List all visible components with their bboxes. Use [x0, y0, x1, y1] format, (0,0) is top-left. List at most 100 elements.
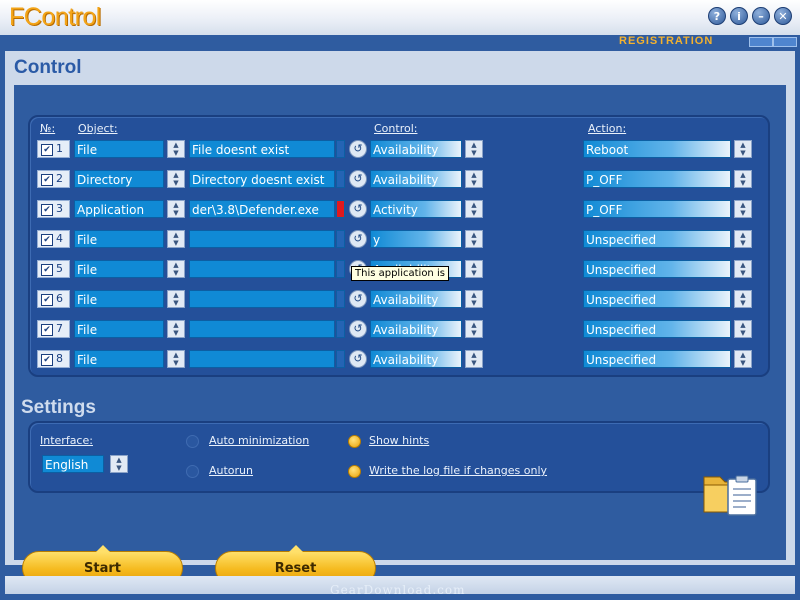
- row-number-cell: ✔ 1: [37, 140, 70, 158]
- control-type-spinner[interactable]: ▲ ▼: [465, 260, 483, 278]
- action-spinner[interactable]: ▲ ▼: [734, 140, 752, 158]
- action-spinner[interactable]: ▲ ▼: [734, 320, 752, 338]
- action-field[interactable]: P_OFF: [583, 170, 731, 188]
- control-type-spinner[interactable]: ▲ ▼: [465, 140, 483, 158]
- control-type-spinner[interactable]: ▲ ▼: [465, 350, 483, 368]
- row-enabled-checkbox[interactable]: ✔: [41, 144, 53, 156]
- row-enabled-checkbox[interactable]: ✔: [41, 294, 53, 306]
- action-spinner[interactable]: ▲ ▼: [734, 350, 752, 368]
- action-field[interactable]: Unspecified: [583, 290, 731, 308]
- object-path-field[interactable]: Directory doesnt exist: [189, 170, 335, 188]
- object-type-spinner[interactable]: ▲ ▼: [167, 350, 185, 368]
- row-enabled-checkbox[interactable]: ✔: [41, 324, 53, 336]
- action-field[interactable]: Unspecified: [583, 230, 731, 248]
- object-type-spinner[interactable]: ▲ ▼: [167, 200, 185, 218]
- action-spinner[interactable]: ▲ ▼: [734, 170, 752, 188]
- row-enabled-checkbox[interactable]: ✔: [41, 354, 53, 366]
- header-number: №:: [40, 122, 56, 135]
- row-number: 3: [56, 202, 63, 215]
- action-spinner[interactable]: ▲ ▼: [734, 200, 752, 218]
- status-marker: [336, 200, 345, 218]
- auto-minimization-radio[interactable]: [186, 435, 199, 448]
- browse-icon[interactable]: ↺: [349, 230, 367, 248]
- object-path-field[interactable]: [189, 230, 335, 248]
- control-type-field[interactable]: Availability: [370, 140, 462, 158]
- object-path-field[interactable]: File doesnt exist: [189, 140, 335, 158]
- row-enabled-checkbox[interactable]: ✔: [41, 264, 53, 276]
- browse-icon[interactable]: ↺: [349, 350, 367, 368]
- object-type-spinner[interactable]: ▲ ▼: [167, 230, 185, 248]
- browse-icon[interactable]: ↺: [349, 200, 367, 218]
- control-type-spinner[interactable]: ▲ ▼: [465, 290, 483, 308]
- object-type-field[interactable]: File: [74, 320, 164, 338]
- autorun-label[interactable]: Autorun: [209, 464, 253, 477]
- control-type-spinner[interactable]: ▲ ▼: [465, 320, 483, 338]
- object-path-field[interactable]: [189, 320, 335, 338]
- auto-minimization-label[interactable]: Auto minimization: [209, 434, 309, 447]
- show-hints-radio[interactable]: [348, 435, 361, 448]
- object-path-field[interactable]: [189, 290, 335, 308]
- action-spinner[interactable]: ▲ ▼: [734, 230, 752, 248]
- browse-icon[interactable]: ↺: [349, 140, 367, 158]
- reset-button-notch: [289, 545, 303, 552]
- panel-toggle-right[interactable]: [773, 37, 797, 47]
- action-spinner[interactable]: ▲ ▼: [734, 260, 752, 278]
- browse-icon[interactable]: ↺: [349, 320, 367, 338]
- object-type-spinner[interactable]: ▲ ▼: [167, 140, 185, 158]
- main-area: Control №: Object: Control: Action: ✔ 1 …: [5, 51, 795, 585]
- object-type-field[interactable]: File: [74, 140, 164, 158]
- action-field[interactable]: P_OFF: [583, 200, 731, 218]
- object-path-field[interactable]: [189, 260, 335, 278]
- close-icon[interactable]: ✕: [774, 7, 792, 25]
- object-type-field[interactable]: Application: [74, 200, 164, 218]
- action-field[interactable]: Reboot: [583, 140, 731, 158]
- settings-panel: Interface: English ▲ ▼ Auto minimization …: [28, 421, 770, 493]
- write-log-label[interactable]: Write the log file if changes only: [369, 464, 547, 477]
- language-field[interactable]: English: [42, 455, 104, 473]
- minimize-icon[interactable]: –: [752, 7, 770, 25]
- browse-icon[interactable]: ↺: [349, 290, 367, 308]
- browse-icon[interactable]: ↺: [349, 170, 367, 188]
- show-hints-label[interactable]: Show hints: [369, 434, 429, 447]
- control-type-spinner[interactable]: ▲ ▼: [465, 230, 483, 248]
- content-background: №: Object: Control: Action: ✔ 1 File ▲ ▼ …: [14, 85, 786, 585]
- action-field[interactable]: Unspecified: [583, 260, 731, 278]
- row-enabled-checkbox[interactable]: ✔: [41, 234, 53, 246]
- object-type-spinner[interactable]: ▲ ▼: [167, 290, 185, 308]
- control-type-field[interactable]: Availability: [370, 170, 462, 188]
- object-type-field[interactable]: File: [74, 260, 164, 278]
- action-field[interactable]: Unspecified: [583, 320, 731, 338]
- control-type-field[interactable]: y: [370, 230, 462, 248]
- control-type-field[interactable]: Availability: [370, 350, 462, 368]
- write-log-radio[interactable]: [348, 465, 361, 478]
- action-spinner[interactable]: ▲ ▼: [734, 290, 752, 308]
- language-spinner[interactable]: ▲ ▼: [110, 455, 128, 473]
- folder-clipboard-icon[interactable]: [702, 467, 760, 517]
- control-type-field[interactable]: Availability: [370, 320, 462, 338]
- row-enabled-checkbox[interactable]: ✔: [41, 204, 53, 216]
- help-icon[interactable]: ?: [708, 7, 726, 25]
- row-enabled-checkbox[interactable]: ✔: [41, 174, 53, 186]
- autorun-radio[interactable]: [186, 465, 199, 478]
- object-type-field[interactable]: File: [74, 230, 164, 248]
- object-type-field[interactable]: File: [74, 290, 164, 308]
- object-type-spinner[interactable]: ▲ ▼: [167, 260, 185, 278]
- status-marker: [336, 170, 345, 188]
- panel-toggle-left[interactable]: [749, 37, 773, 47]
- registration-link[interactable]: REGISTRATION: [619, 35, 713, 47]
- control-type-field[interactable]: Activity: [370, 200, 462, 218]
- object-type-spinner[interactable]: ▲ ▼: [167, 320, 185, 338]
- object-path-field[interactable]: [189, 350, 335, 368]
- control-type-spinner[interactable]: ▲ ▼: [465, 170, 483, 188]
- row-number: 5: [56, 262, 63, 275]
- object-type-field[interactable]: File: [74, 350, 164, 368]
- status-marker: [336, 260, 345, 278]
- object-type-spinner[interactable]: ▲ ▼: [167, 170, 185, 188]
- reset-button-label: Reset: [274, 561, 317, 576]
- object-type-field[interactable]: Directory: [74, 170, 164, 188]
- control-type-field[interactable]: Availability: [370, 290, 462, 308]
- info-icon[interactable]: i: [730, 7, 748, 25]
- action-field[interactable]: Unspecified: [583, 350, 731, 368]
- object-path-field[interactable]: der\3.8\Defender.exe: [189, 200, 335, 218]
- control-type-spinner[interactable]: ▲ ▼: [465, 200, 483, 218]
